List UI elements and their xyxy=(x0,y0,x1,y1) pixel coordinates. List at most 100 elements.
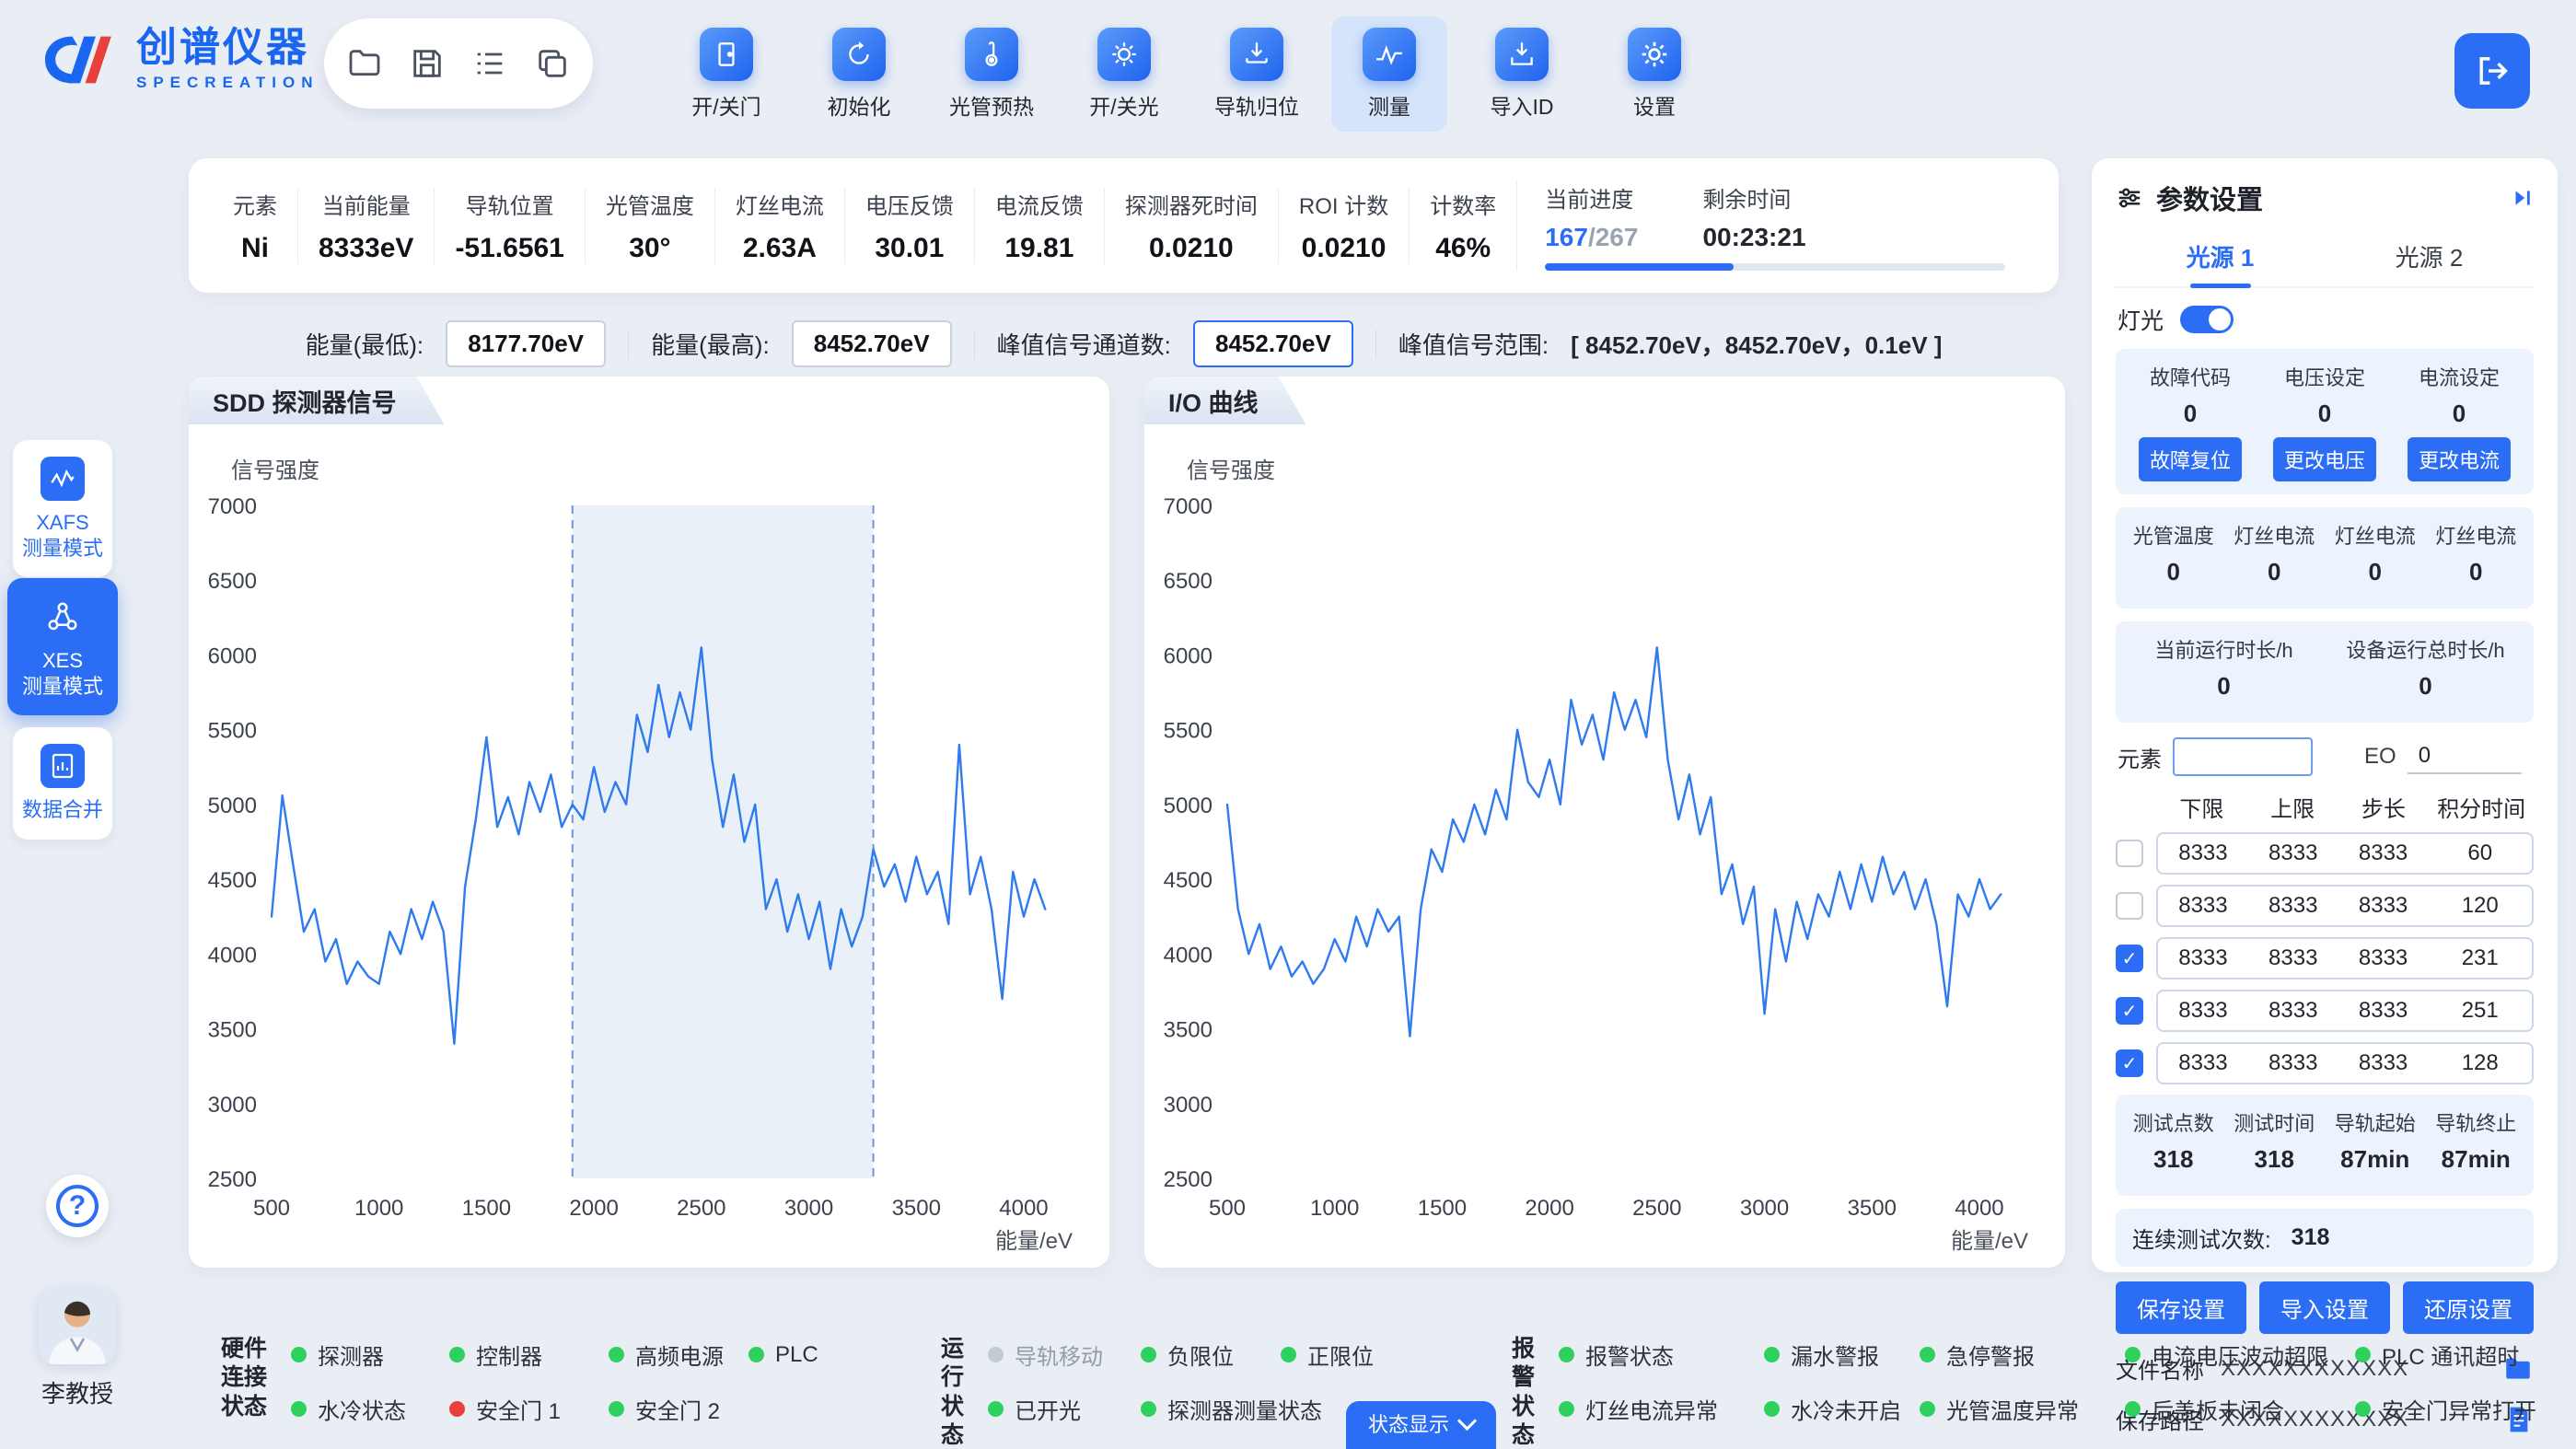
status-item: 高频电源 xyxy=(609,1339,748,1371)
panel-title: 参数设置 xyxy=(2156,179,2263,217)
row-checkbox[interactable] xyxy=(2116,997,2143,1025)
toolbar-label: 光管预热 xyxy=(949,89,1034,121)
row-checkbox[interactable] xyxy=(2116,945,2143,972)
toolbar-label: 测量 xyxy=(1368,89,1410,121)
status-item: PLC xyxy=(748,1339,850,1371)
toolbar-label: 开/关门 xyxy=(691,89,760,121)
status-dot xyxy=(1764,1347,1780,1362)
source-control-button[interactable]: 更改电流 xyxy=(2408,437,2511,481)
user-name: 李教授 xyxy=(6,1375,149,1409)
status-item: 探测器 xyxy=(291,1339,449,1371)
test-stat: 测试点数 318 xyxy=(2123,1107,2224,1183)
source-control-box: 故障代码 0 故障复位 电压设定 0 更改电压 电流设定 0 更改电流 xyxy=(2116,349,2534,494)
toolbar-light-button[interactable]: 开/关光 xyxy=(1066,17,1182,132)
parameters-icon xyxy=(2116,184,2143,212)
exit-button[interactable] xyxy=(2454,33,2530,109)
svg-text:4000: 4000 xyxy=(1955,1196,2003,1221)
energy-max-input[interactable] xyxy=(792,320,952,367)
status-item: PLC 通讯超时 xyxy=(2355,1339,2548,1371)
divider xyxy=(628,330,629,359)
status-item: 安全门 1 xyxy=(449,1393,609,1425)
readout: 灯丝电流 0 xyxy=(2325,520,2426,596)
measure-icon xyxy=(1363,28,1416,81)
scan-table-row: 8333 8333 8333 231 xyxy=(2116,937,2534,980)
stat-readout: 光管温度 30° xyxy=(585,188,714,264)
svg-text:4000: 4000 xyxy=(208,943,257,968)
toolbar-rail-home-button[interactable]: 导轨归位 xyxy=(1199,17,1315,132)
progress-bar xyxy=(1545,263,2005,271)
x-axis-label: 能量/eV xyxy=(1951,1223,2028,1255)
toolbar-preheat-button[interactable]: 光管预热 xyxy=(934,17,1050,132)
light-label: 灯光 xyxy=(2118,303,2164,336)
settings-button[interactable]: 保存设置 xyxy=(2116,1281,2246,1334)
scan-table: 8333 8333 8333 60 8333 8333 8333 120 xyxy=(2116,832,2534,1084)
row-checkbox[interactable] xyxy=(2116,1049,2143,1077)
row-checkbox[interactable] xyxy=(2116,892,2143,920)
user-avatar[interactable] xyxy=(39,1287,116,1364)
peak-channels-input[interactable] xyxy=(1193,320,1353,367)
status-dot xyxy=(1559,1347,1574,1362)
copy-icon[interactable] xyxy=(534,45,571,82)
light-toggle[interactable] xyxy=(2180,306,2234,333)
element-input[interactable] xyxy=(2173,737,2313,776)
source-control: 电压设定 0 更改电压 xyxy=(2257,362,2392,481)
test-stat: 导轨终止 87min xyxy=(2426,1107,2527,1183)
light-source-tabs: 光源 1 光源 2 xyxy=(2116,228,2534,288)
toolbar-import-id-button[interactable]: 导入ID xyxy=(1464,17,1580,132)
settings-buttons: 保存设置 导入设置 还原设置 xyxy=(2116,1281,2534,1334)
toolbar-measure-button[interactable]: 测量 xyxy=(1331,17,1447,132)
collapse-panel-icon[interactable] xyxy=(2510,186,2534,210)
toolbar-door-button[interactable]: 开/关门 xyxy=(668,17,784,132)
tab-light-source-1[interactable]: 光源 1 xyxy=(2116,228,2325,286)
y-axis-label: 信号强度 xyxy=(231,452,319,484)
source-control-button[interactable]: 故障复位 xyxy=(2139,437,2242,481)
status-item: 安全门 2 xyxy=(609,1393,748,1425)
toolbar-init-button[interactable]: 初始化 xyxy=(801,17,917,132)
stat-readout: 导轨位置 -51.6561 xyxy=(434,188,584,264)
continuous-test-value: 318 xyxy=(2292,1224,2330,1251)
source-control-button[interactable]: 更改电压 xyxy=(2273,437,2376,481)
peak-range-value: [ 8452.70eV，8452.70eV，0.1eV ] xyxy=(1571,327,1942,361)
svg-text:2000: 2000 xyxy=(569,1196,618,1221)
eo-label: EO xyxy=(2364,744,2396,770)
divider xyxy=(974,330,975,359)
continuous-test-label: 连续测试次数: xyxy=(2132,1222,2271,1254)
energy-min-input[interactable] xyxy=(446,320,606,367)
open-folder-icon[interactable] xyxy=(346,45,383,82)
svg-text:3500: 3500 xyxy=(1164,1018,1213,1043)
svg-text:6000: 6000 xyxy=(208,643,257,668)
svg-text:2500: 2500 xyxy=(208,1167,257,1192)
scan-table-row: 8333 8333 8333 120 xyxy=(2116,885,2534,927)
list-icon[interactable] xyxy=(471,45,508,82)
io-chart-canvas[interactable]: 2500300035004000450050005500600065007000… xyxy=(1144,377,2065,1268)
status-display-toggle[interactable]: 状态显示 xyxy=(1346,1401,1496,1449)
sdd-chart-card: 2500300035004000450050005500600065007000… xyxy=(189,377,1109,1268)
settings-button[interactable]: 导入设置 xyxy=(2259,1281,2390,1334)
stat-readout: ROI 计数 0.0210 xyxy=(1278,188,1409,264)
svg-text:4500: 4500 xyxy=(1164,868,1213,893)
source-control: 电流设定 0 更改电流 xyxy=(2392,362,2526,481)
sidebar-item-data-merge[interactable]: 数据合并 xyxy=(13,727,112,840)
row-checkbox[interactable] xyxy=(2116,840,2143,867)
svg-text:5500: 5500 xyxy=(1164,719,1213,744)
sidebar-item-xafs-mode[interactable]: XAFS 测量模式 xyxy=(13,440,112,577)
stat-readout: 电流反馈 19.81 xyxy=(974,188,1104,264)
initialize-icon xyxy=(832,28,886,81)
xes-molecule-icon xyxy=(41,595,85,639)
sdd-chart-canvas[interactable]: 2500300035004000450050005500600065007000… xyxy=(189,377,1109,1268)
sidebar-item-label: XES 测量模式 xyxy=(22,648,103,699)
lower-limit-cell: 8333 xyxy=(2158,1050,2248,1076)
y-axis-label: 信号强度 xyxy=(1187,452,1275,484)
sidebar-item-xes-mode[interactable]: XES 测量模式 xyxy=(7,578,118,715)
toolbar-settings-button[interactable]: 设置 xyxy=(1596,17,1712,132)
settings-button[interactable]: 还原设置 xyxy=(2403,1281,2534,1334)
eo-value[interactable]: 0 xyxy=(2408,739,2522,774)
status-item: 急停警报 xyxy=(1920,1339,2125,1371)
status-dot xyxy=(2355,1347,2371,1362)
tab-light-source-2[interactable]: 光源 2 xyxy=(2325,228,2534,286)
logout-icon xyxy=(2473,52,2512,90)
help-button[interactable]: ? xyxy=(46,1175,109,1237)
save-icon[interactable] xyxy=(409,45,446,82)
status-item: 水冷状态 xyxy=(291,1393,449,1425)
stat-readout: 探测器死时间 0.0210 xyxy=(1104,188,1278,264)
